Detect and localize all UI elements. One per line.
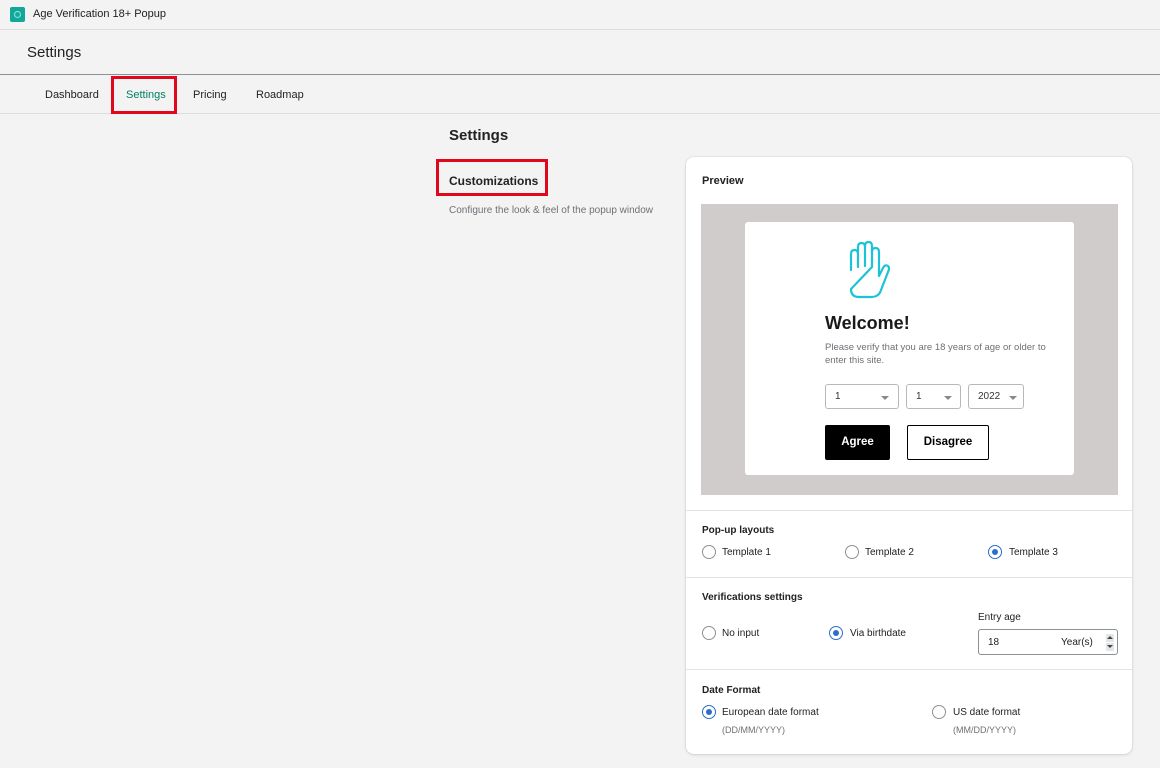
page-header: Settings [0, 31, 1160, 75]
radio-no-input[interactable] [702, 626, 716, 640]
app-logo-icon [10, 7, 25, 22]
month-value: 1 [916, 391, 922, 402]
customizations-description: Configure the look & feel of the popup w… [449, 205, 654, 216]
app-bar: Age Verification 18+ Popup [0, 0, 1160, 30]
preview-title: Preview [702, 175, 744, 187]
divider [686, 577, 1132, 578]
disagree-button[interactable]: Disagree [907, 425, 989, 460]
date-format-title: Date Format [702, 685, 761, 696]
european-date-label: European date format [722, 707, 819, 718]
highlight-box-settings-tab [111, 76, 177, 114]
entry-age-suffix: Year(s) [1061, 637, 1093, 648]
settings-card: Preview Welcome! Please verify that you … [686, 157, 1132, 754]
divider [686, 510, 1132, 511]
radio-template-3[interactable] [988, 545, 1002, 559]
radio-via-birthdate[interactable] [829, 626, 843, 640]
us-date-label: US date format [953, 707, 1021, 718]
popup-preview: Welcome! Please verify that you are 18 y… [745, 222, 1074, 475]
tab-pricing[interactable]: Pricing [193, 89, 227, 101]
highlight-box-customizations [436, 159, 548, 196]
radio-template-1[interactable] [702, 545, 716, 559]
us-date-hint: (MM/DD/YYYY) [953, 725, 1016, 735]
layouts-title: Pop-up layouts [702, 525, 775, 536]
entry-age-input[interactable]: 18 Year(s) [978, 629, 1118, 655]
radio-template-2[interactable] [845, 545, 859, 559]
template-3-label: Template 3 [1009, 547, 1058, 558]
popup-verify-text: Please verify that you are 18 years of a… [825, 342, 1046, 366]
verification-title: Verifications settings [702, 592, 803, 603]
tab-dashboard[interactable]: Dashboard [45, 89, 99, 101]
chevron-down-icon [1009, 396, 1017, 400]
template-1-label: Template 1 [722, 547, 771, 558]
popup-welcome-title: Welcome! [825, 313, 910, 333]
via-birthdate-label: Via birthdate [850, 628, 906, 639]
hand-stop-icon [840, 240, 891, 307]
divider [686, 669, 1132, 670]
app-title: Age Verification 18+ Popup [33, 8, 167, 20]
preview-area: Welcome! Please verify that you are 18 y… [701, 204, 1118, 495]
section-heading: Settings [449, 127, 509, 144]
year-value: 2022 [978, 391, 1001, 402]
entry-age-label: Entry age [978, 612, 1021, 623]
radio-us-date[interactable] [932, 705, 946, 719]
tab-roadmap[interactable]: Roadmap [256, 89, 304, 101]
chevron-down-icon [881, 396, 889, 400]
month-select[interactable]: 1 [906, 384, 961, 409]
day-value: 1 [835, 391, 841, 402]
template-2-label: Template 2 [865, 547, 914, 558]
day-select[interactable]: 1 [825, 384, 899, 409]
no-input-label: No input [722, 628, 760, 639]
agree-button[interactable]: Agree [825, 425, 890, 460]
stepper-up-icon[interactable] [1106, 634, 1114, 642]
stepper-down-icon[interactable] [1106, 643, 1114, 651]
chevron-down-icon [944, 396, 952, 400]
entry-age-value: 18 [988, 637, 1000, 648]
radio-european-date[interactable] [702, 705, 716, 719]
page-title: Settings [27, 44, 82, 61]
age-stepper[interactable] [1106, 634, 1114, 651]
year-select[interactable]: 2022 [968, 384, 1024, 409]
european-date-hint: (DD/MM/YYYY) [722, 725, 785, 735]
